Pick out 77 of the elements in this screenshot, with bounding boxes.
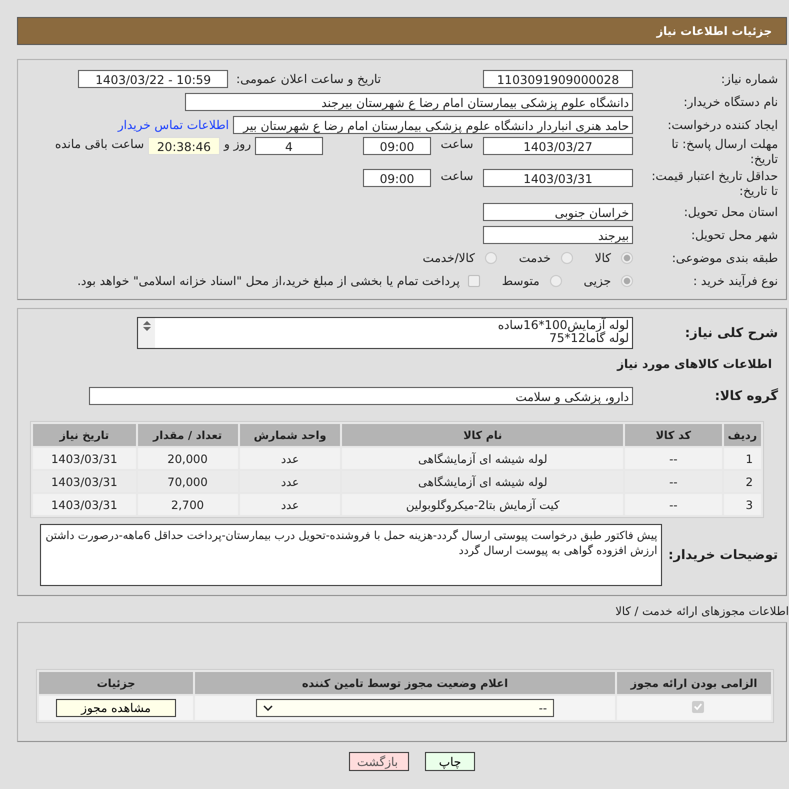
- remaining-label: ساعت باقی مانده: [54, 137, 144, 151]
- time-label: ساعت: [440, 137, 474, 151]
- field-label: ایجاد کننده درخواست:: [666, 118, 778, 132]
- deadline-time-field: 09:00: [363, 137, 431, 155]
- column-header: تعداد / مقدار: [138, 424, 238, 446]
- field-label: طبقه بندی موضوعی:: [670, 251, 778, 265]
- field-label: مهلت ارسال پاسخ: تا تاریخ:: [670, 137, 778, 167]
- validity-date-field: 1403/03/31: [483, 169, 633, 187]
- province-field: خراسان جنوبی: [483, 203, 633, 221]
- table-cell: 3: [724, 494, 761, 515]
- table-cell: عدد: [240, 494, 340, 515]
- table-cell: 1: [724, 448, 761, 469]
- radio-label: متوسط: [502, 274, 540, 288]
- chevron-down-icon: [263, 705, 273, 711]
- deadline-date-field: 1403/03/27: [483, 137, 633, 155]
- table-cell: لوله شیشه ای آزمایشگاهی: [342, 448, 624, 469]
- field-label: شهر محل تحویل:: [690, 228, 778, 242]
- need-number-field: 1103091909000028: [483, 70, 633, 88]
- field-label: استان محل تحویل:: [682, 205, 778, 219]
- column-header: تاریخ نیاز: [33, 424, 136, 446]
- announce-date-field: 1403/03/22 - 10:59: [78, 70, 228, 88]
- treasury-checkbox[interactable]: [468, 275, 480, 287]
- table-cell: 1403/03/31: [33, 448, 136, 469]
- time-label: ساعت: [440, 169, 474, 183]
- radio-button[interactable]: [621, 252, 633, 264]
- scrollbar[interactable]: [138, 318, 155, 348]
- field-label: شرح کلی نیاز:: [684, 326, 778, 340]
- table-cell: 20,000: [138, 448, 238, 469]
- field-label: نام دستگاه خریدار:: [682, 95, 778, 109]
- table-cell: عدد: [240, 448, 340, 469]
- radio-label: کالا: [594, 251, 611, 265]
- section-title: اطلاعات مجوزهای ارائه خدمت / کالا: [614, 604, 789, 618]
- radio-button[interactable]: [550, 275, 562, 287]
- remaining-time-field: 20:38:46: [148, 137, 220, 155]
- buyer-notes-text: پیش فاکتور طبق درخواست پیوستی ارسال گردد-هزینه حمل با فروشنده-تحویل درب بیمارستان-پرداخت حداقل 6ماهه-درصورت داشتن ارزش افزوده گواهی به پیوست ارسال گردد: [45, 529, 658, 557]
- goods-group-field: دارو، پزشکی و سلامت: [89, 387, 633, 405]
- back-button[interactable]: بازگشت: [349, 752, 409, 771]
- creator-field: حامد هنری انباردار دانشگاه علوم پزشکی بیمارستان امام رضا ع شهرستان بیر: [233, 116, 633, 134]
- table-cell: کیت آزمایش بتا2-میکروگلوبولین: [342, 494, 624, 515]
- radio-button[interactable]: [621, 275, 633, 287]
- radio-label: خدمت: [518, 251, 551, 265]
- column-header: نام کالا: [342, 424, 624, 446]
- days-field: 4: [255, 137, 323, 155]
- treasury-label: پرداخت تمام یا بخشی از مبلغ خرید،از محل "اسناد خزانه اسلامی" خواهد بود.: [77, 274, 460, 288]
- table-cell: --: [625, 494, 722, 515]
- radio-label: کالا/خدمت: [422, 251, 475, 265]
- city-field: بیرجند: [483, 226, 633, 244]
- field-label: شماره نیاز:: [720, 72, 778, 86]
- column-header: واحد شمارش: [240, 424, 340, 446]
- field-label: گروه کالا:: [714, 388, 778, 404]
- radio-button[interactable]: [484, 252, 497, 264]
- print-button[interactable]: چاپ: [425, 752, 475, 771]
- table-cell: --: [625, 448, 722, 469]
- column-header: کد کالا: [625, 424, 722, 446]
- field-label: نوع فرآیند خرید :: [692, 274, 778, 288]
- buyer-org-field: دانشگاه علوم پزشکی بیمارستان امام رضا ع شهرستان بیرجند: [185, 93, 633, 111]
- column-header: اعلام وضعیت مجوز توسط تامین کننده: [195, 672, 615, 694]
- table-cell: 2,700: [138, 494, 238, 515]
- validity-time-field: 09:00: [363, 169, 431, 187]
- column-header: جزئیات: [39, 672, 193, 694]
- radio-button[interactable]: [560, 252, 573, 264]
- page-title: جزئیات اطلاعات نیاز: [656, 24, 772, 38]
- section-heading: اطلاعات کالاهای مورد نیاز: [616, 357, 772, 371]
- scroll-arrows-icon[interactable]: [140, 319, 152, 333]
- column-header: ردیف: [724, 424, 761, 446]
- view-permit-button[interactable]: مشاهده مجوز: [56, 699, 176, 717]
- description-text: لوله آزمایش100*16ساده لوله گاما12*75: [496, 318, 630, 347]
- field-label: توضیحات خریدار:: [668, 548, 778, 562]
- required-checkbox[interactable]: [692, 700, 704, 713]
- column-header: الزامی بودن ارائه مجوز: [617, 672, 771, 694]
- field-label: حداقل تاریخ اعتبار قیمت: تا تاریخ:: [650, 169, 778, 199]
- status-select[interactable]: --: [256, 699, 554, 717]
- field-label: تاریخ و ساعت اعلان عمومی:: [236, 72, 381, 86]
- days-label: روز و: [224, 137, 251, 151]
- table-cell: 1403/03/31: [33, 494, 136, 515]
- buyer-contact-link[interactable]: اطلاعات تماس خریدار: [118, 118, 229, 132]
- radio-label: جزیی: [584, 274, 611, 288]
